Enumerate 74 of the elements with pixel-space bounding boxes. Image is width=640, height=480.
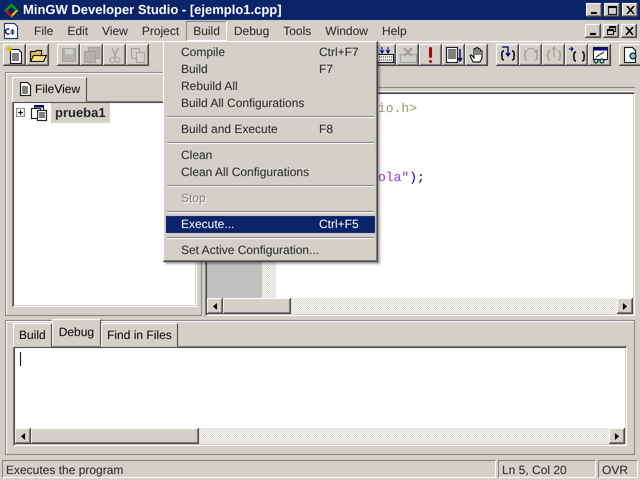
right-arrow-icon <box>615 432 619 440</box>
fileview-tab[interactable]: FileView <box>12 77 88 102</box>
text-cursor <box>20 352 21 366</box>
menu-item[interactable]: Rebuild All <box>166 78 375 95</box>
minimize-button[interactable] <box>586 3 602 17</box>
cursor-position: Ln 5, Col 20 <box>498 460 596 478</box>
document-icon <box>19 82 31 96</box>
tree-item[interactable]: prueba1 <box>51 103 110 122</box>
new-file-button[interactable] <box>3 44 26 66</box>
braces-arrow-icon <box>568 46 586 64</box>
hand-icon <box>468 46 486 64</box>
maximize-button[interactable] <box>604 3 620 17</box>
output-tab[interactable]: Find in Files <box>101 323 178 347</box>
scrollbar-thumb[interactable] <box>31 428 199 444</box>
overwrite-mode: OVR <box>598 460 638 478</box>
document-restore-button[interactable] <box>603 24 619 38</box>
minimize-icon <box>591 12 597 14</box>
close-icon <box>624 26 634 34</box>
scrollbar-thumb[interactable] <box>223 298 291 314</box>
minimize-icon <box>590 32 596 34</box>
open-folder-button[interactable] <box>26 44 49 66</box>
menu-item[interactable]: Window <box>318 20 375 40</box>
hand-button[interactable] <box>465 44 488 66</box>
scroll-right-button[interactable] <box>609 428 625 444</box>
app-logo-icon <box>4 2 19 18</box>
floppy-disks-icon <box>82 46 100 64</box>
menu-item[interactable]: Help <box>374 20 414 40</box>
exclamation-button[interactable] <box>419 44 442 66</box>
page-icon <box>622 46 640 64</box>
menu-item[interactable]: Build F7 <box>166 61 375 78</box>
maximize-icon <box>608 6 616 14</box>
status-message: Executes the program <box>2 460 496 478</box>
output-box[interactable] <box>13 346 627 446</box>
braces-arrow-button[interactable] <box>565 44 588 66</box>
page-button[interactable] <box>619 44 640 66</box>
output-tab[interactable]: Build <box>13 323 52 347</box>
right-arrow-icon <box>623 302 627 310</box>
menu-item[interactable]: File <box>27 20 60 40</box>
window-title: MinGW Developer Studio - [ejemplo1.cpp] <box>23 1 282 20</box>
document-close-button[interactable] <box>621 24 637 38</box>
keyboard-icon <box>398 46 416 64</box>
restore-icon <box>606 26 616 35</box>
horizontal-scrollbar[interactable] <box>207 298 633 314</box>
menu-item[interactable]: Edit <box>60 20 96 40</box>
menu-item[interactable]: Debug <box>226 20 276 40</box>
copy-icon <box>128 46 146 64</box>
exclamation-icon <box>429 47 432 63</box>
left-arrow-icon <box>213 302 217 310</box>
menu-item[interactable]: Project <box>134 20 186 40</box>
new-file-icon <box>6 46 24 64</box>
menu-item[interactable]: Execute... Ctrl+F5 <box>166 216 375 233</box>
close-icon <box>626 6 634 14</box>
document-arrow-icon <box>444 46 462 64</box>
code-line: io.h> <box>378 100 418 117</box>
left-arrow-icon <box>21 432 25 440</box>
menu-item[interactable]: View <box>95 20 135 40</box>
document-minimize-button[interactable] <box>585 24 601 38</box>
horizontal-scrollbar[interactable] <box>15 428 625 444</box>
output-tab[interactable]: Debug <box>52 319 102 346</box>
menu-item[interactable]: Tools <box>276 20 318 40</box>
scroll-left-button[interactable] <box>207 298 223 314</box>
expand-icon[interactable] <box>16 108 25 118</box>
document-icon[interactable] <box>3 22 19 38</box>
scroll-right-button[interactable] <box>617 298 633 314</box>
menu-item[interactable]: Build <box>186 20 227 40</box>
menu-item[interactable]: Compile Ctrl+F7 <box>166 44 375 61</box>
scroll-left-button[interactable] <box>15 428 31 444</box>
watch-window-button[interactable] <box>588 44 611 66</box>
project-icon <box>29 104 47 121</box>
document-arrow-button[interactable] <box>442 44 465 66</box>
watch-window-icon <box>590 46 608 64</box>
braces-arrow-button[interactable] <box>496 44 519 66</box>
code-line: ola"); <box>378 169 426 186</box>
close-button[interactable] <box>622 3 638 17</box>
